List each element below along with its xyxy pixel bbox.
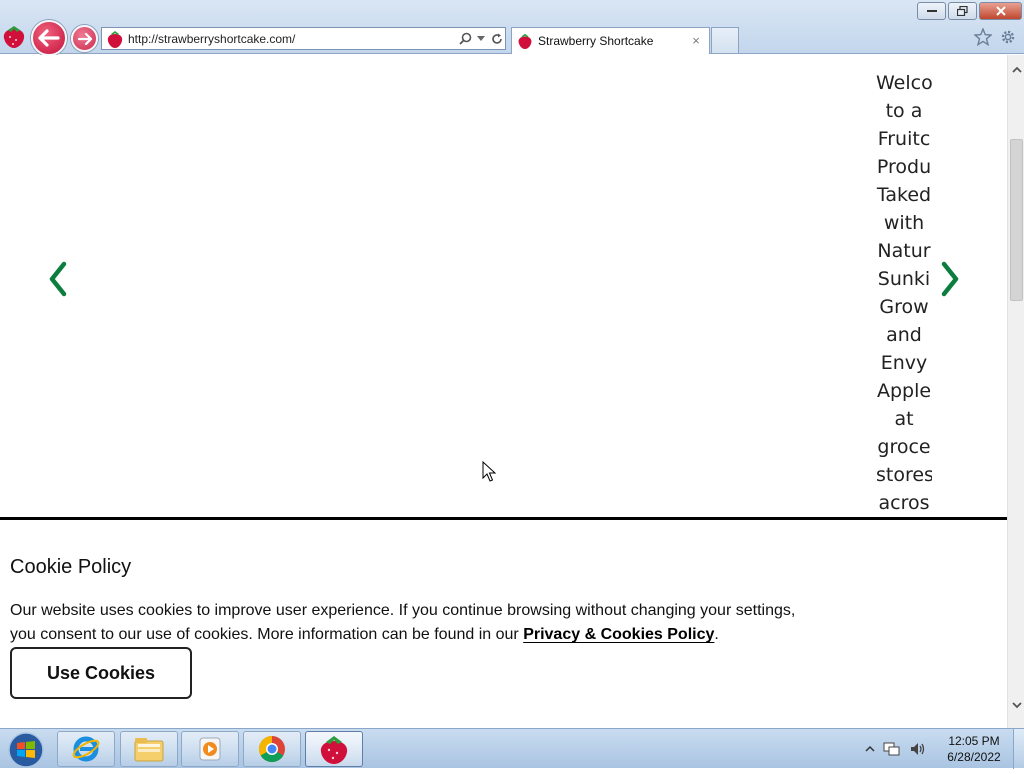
strawberry-icon [320, 736, 348, 764]
scrollbar-thumb[interactable] [1010, 139, 1023, 301]
scroll-down-icon[interactable] [1008, 700, 1024, 716]
browser-tab[interactable]: Strawberry Shortcake × [511, 27, 710, 54]
site-strawberry-icon [107, 30, 123, 48]
cookie-title: Cookie Policy [10, 556, 132, 578]
slide-text-line: Taked [876, 184, 932, 206]
slide-text-line: to a [885, 100, 923, 122]
cookie-message: Our website uses cookies to improve user… [10, 599, 810, 647]
close-icon [995, 6, 1006, 16]
arrow-right-icon [77, 32, 92, 45]
chevron-left-icon [49, 261, 67, 297]
close-window-button[interactable] [979, 2, 1022, 20]
cookie-message-end: . [714, 626, 719, 643]
slide-text-line: Natur [877, 240, 931, 262]
volume-icon[interactable] [909, 741, 927, 757]
slide-text-line: Produ [876, 156, 932, 178]
browser-toolbar: http://strawberryshortcake.com/ Strawber… [0, 0, 1024, 56]
slide-text-line: at [894, 408, 914, 430]
restore-icon [957, 6, 968, 16]
back-button[interactable] [31, 20, 67, 56]
address-bar[interactable]: http://strawberryshortcake.com/ [101, 27, 506, 50]
chevron-down-icon[interactable] [473, 31, 489, 47]
page-scrollbar[interactable] [1007, 55, 1024, 728]
scroll-up-icon[interactable] [1008, 65, 1024, 81]
restore-button[interactable] [948, 2, 977, 20]
taskbar-internet-explorer[interactable] [57, 731, 115, 767]
carousel-next-button[interactable] [932, 259, 966, 299]
minimize-button[interactable] [917, 2, 946, 20]
slide-text-line: Apple [876, 380, 932, 402]
slide-text-line: Sunki [877, 268, 931, 290]
search-icon[interactable] [457, 31, 473, 47]
network-icon[interactable] [883, 741, 901, 757]
mouse-cursor-icon [482, 461, 496, 482]
site-strawberry-icon [1, 23, 27, 49]
carousel-prev-button[interactable] [42, 259, 76, 299]
taskbar: 12:05 PM 6/28/2022 [0, 728, 1024, 769]
arrow-left-icon [38, 29, 60, 47]
taskbar-strawberry-app[interactable] [305, 731, 363, 767]
forward-button[interactable] [71, 25, 98, 52]
media-player-icon [199, 737, 221, 761]
minimize-icon [926, 10, 937, 12]
slide-text-line: stores [876, 464, 932, 486]
taskbar-chrome[interactable] [243, 731, 301, 767]
folder-icon [134, 738, 164, 762]
chevron-right-icon [941, 261, 959, 297]
taskbar-media-player[interactable] [181, 731, 239, 767]
slide-text-line: Welco [876, 72, 932, 94]
refresh-icon[interactable] [489, 31, 505, 47]
slide-text-line: Fruitc [877, 128, 931, 150]
slide-text-line: with [883, 212, 925, 234]
gear-icon[interactable] [998, 28, 1018, 48]
close-tab-icon[interactable]: × [688, 33, 704, 49]
system-tray [865, 731, 945, 767]
carousel-slide-text: Welco to a Fruitc Produ Taked with Natur Sunki G… [876, 69, 932, 517]
window-controls [917, 2, 1022, 20]
web-page: Welco to a Fruitc Produ Taked with Natur Sunki G… [0, 55, 1007, 728]
taskbar-clock[interactable]: 12:05 PM 6/28/2022 [941, 733, 1007, 765]
chrome-icon [258, 735, 285, 763]
address-url[interactable]: http://strawberryshortcake.com/ [128, 32, 457, 46]
clock-time: 12:05 PM [948, 734, 1000, 748]
taskbar-file-explorer[interactable] [120, 731, 178, 767]
cookie-banner: Cookie Policy Our website uses cookies t… [0, 517, 1007, 728]
slide-text-line: and [886, 324, 922, 346]
slide-text-line: groce [877, 436, 931, 458]
slide-text-line: Envy [880, 352, 928, 374]
windows-start-icon [8, 732, 44, 768]
internet-explorer-icon [72, 736, 100, 762]
favorites-star-icon[interactable] [973, 27, 993, 48]
slide-text-line: Grow [879, 296, 929, 318]
slide-text-line: acros [878, 492, 930, 514]
start-button[interactable] [6, 731, 46, 769]
site-strawberry-icon [518, 33, 532, 50]
tab-label: Strawberry Shortcake [538, 34, 654, 48]
clock-date: 6/28/2022 [947, 750, 1001, 764]
use-cookies-button[interactable]: Use Cookies [10, 647, 192, 699]
show-desktop-button[interactable] [1013, 729, 1024, 769]
show-hidden-icons-icon[interactable] [865, 745, 875, 753]
new-tab-button[interactable] [711, 27, 739, 53]
privacy-policy-link[interactable]: Privacy & Cookies Policy [523, 626, 714, 643]
